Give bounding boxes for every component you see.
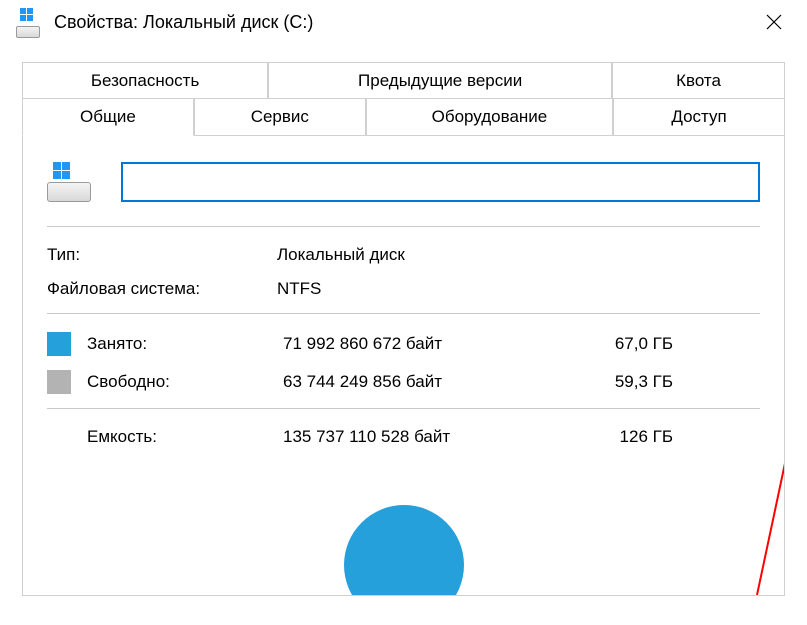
drive-large-icon	[47, 162, 91, 202]
filesystem-label: Файловая система:	[47, 279, 277, 299]
capacity-gb: 126 ГБ	[573, 427, 673, 447]
tab-label: Доступ	[671, 107, 726, 126]
tab-general[interactable]: Общие	[22, 98, 194, 136]
tab-sharing[interactable]: Доступ	[613, 98, 785, 136]
annotation-line	[756, 429, 785, 596]
free-space-swatch	[47, 370, 71, 394]
used-space-gb: 67,0 ГБ	[573, 334, 673, 354]
dialog-content: Безопасность Предыдущие версии Квота Общ…	[0, 44, 807, 596]
tab-previous-versions[interactable]: Предыдущие версии	[268, 62, 612, 99]
drive-icon	[16, 10, 40, 34]
free-space-gb: 59,3 ГБ	[573, 372, 673, 392]
separator	[47, 226, 760, 227]
type-label: Тип:	[47, 245, 277, 265]
type-value: Локальный диск	[277, 245, 405, 265]
tab-label: Сервис	[251, 107, 309, 126]
tab-label: Общие	[80, 107, 136, 126]
separator	[47, 408, 760, 409]
window-title: Свойства: Локальный диск (C:)	[54, 12, 749, 33]
tab-strip: Безопасность Предыдущие версии Квота Общ…	[22, 62, 785, 136]
separator	[47, 313, 760, 314]
volume-label-input[interactable]	[121, 162, 760, 202]
tab-tools[interactable]: Сервис	[194, 98, 366, 136]
tab-hardware[interactable]: Оборудование	[366, 98, 613, 136]
filesystem-value: NTFS	[277, 279, 321, 299]
free-space-bytes: 63 744 249 856 байт	[283, 372, 573, 392]
capacity-label: Емкость:	[47, 427, 283, 447]
tab-quota[interactable]: Квота	[612, 62, 785, 99]
tab-label: Предыдущие версии	[358, 71, 522, 90]
close-icon	[765, 13, 783, 31]
tab-label: Оборудование	[432, 107, 548, 126]
close-button[interactable]	[749, 0, 799, 44]
used-space-bytes: 71 992 860 672 байт	[283, 334, 573, 354]
tab-label: Квота	[676, 71, 721, 90]
usage-pie-chart	[344, 505, 464, 596]
tab-panel-general: Тип: Локальный диск Файловая система: NT…	[22, 136, 785, 596]
used-space-label: Занято:	[87, 334, 283, 354]
used-space-swatch	[47, 332, 71, 356]
tab-security[interactable]: Безопасность	[22, 62, 268, 99]
free-space-label: Свободно:	[87, 372, 283, 392]
titlebar: Свойства: Локальный диск (C:)	[0, 0, 807, 44]
capacity-bytes: 135 737 110 528 байт	[283, 427, 573, 447]
tab-label: Безопасность	[91, 71, 199, 90]
